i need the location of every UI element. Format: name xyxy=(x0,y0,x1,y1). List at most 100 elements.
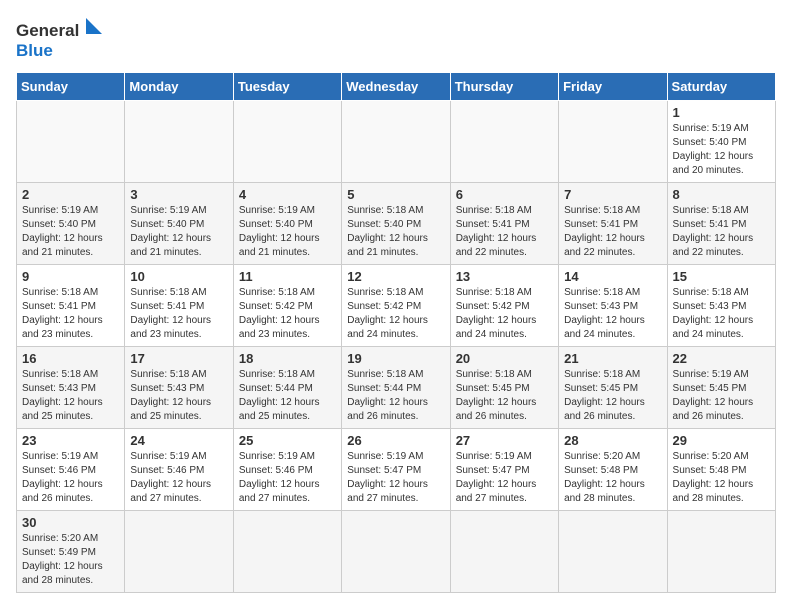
day-number: 25 xyxy=(239,433,336,448)
day-number: 29 xyxy=(673,433,770,448)
day-number: 6 xyxy=(456,187,553,202)
sun-info: Sunrise: 5:18 AM Sunset: 5:45 PM Dayligh… xyxy=(456,368,553,424)
calendar-week-5: 23 Sunrise: 5:19 AM Sunset: 5:46 PM Dayli… xyxy=(17,429,776,511)
sun-info: Sunrise: 5:20 AM Sunset: 5:48 PM Dayligh… xyxy=(564,450,661,506)
day-number: 19 xyxy=(347,351,444,366)
sun-info: Sunrise: 5:19 AM Sunset: 5:46 PM Dayligh… xyxy=(130,450,227,506)
calendar-cell: 6 Sunrise: 5:18 AM Sunset: 5:41 PM Daylig… xyxy=(450,183,558,265)
calendar-cell: 4Sunrise: 5:19 AM Sunset: 5:40 PM Daylig… xyxy=(233,183,341,265)
calendar-cell: 11 Sunrise: 5:18 AM Sunset: 5:42 PM Dayli… xyxy=(233,265,341,347)
day-number: 3 xyxy=(130,187,227,202)
calendar-cell: 20 Sunrise: 5:18 AM Sunset: 5:45 PM Dayli… xyxy=(450,347,558,429)
svg-text:General: General xyxy=(16,21,79,40)
weekday-header-thursday: Thursday xyxy=(450,73,558,101)
sun-info: Sunrise: 5:18 AM Sunset: 5:43 PM Dayligh… xyxy=(673,286,770,342)
calendar-cell: 24 Sunrise: 5:19 AM Sunset: 5:46 PM Dayli… xyxy=(125,429,233,511)
calendar-cell: 9Sunrise: 5:18 AM Sunset: 5:41 PM Daylig… xyxy=(17,265,125,347)
sun-info: Sunrise: 5:18 AM Sunset: 5:41 PM Dayligh… xyxy=(456,204,553,260)
calendar-cell: 7 Sunrise: 5:18 AM Sunset: 5:41 PM Daylig… xyxy=(559,183,667,265)
day-number: 28 xyxy=(564,433,661,448)
svg-text:Blue: Blue xyxy=(16,41,53,60)
day-number: 1 xyxy=(673,105,770,120)
day-number: 12 xyxy=(347,269,444,284)
calendar-cell: 17Sunrise: 5:18 AM Sunset: 5:43 PM Dayli… xyxy=(125,347,233,429)
day-number: 17 xyxy=(130,351,227,366)
sun-info: Sunrise: 5:18 AM Sunset: 5:41 PM Dayligh… xyxy=(673,204,770,260)
day-number: 18 xyxy=(239,351,336,366)
sun-info: Sunrise: 5:18 AM Sunset: 5:44 PM Dayligh… xyxy=(239,368,336,424)
day-number: 22 xyxy=(673,351,770,366)
calendar-cell xyxy=(667,511,775,593)
header: GeneralBlue xyxy=(16,16,776,60)
calendar-cell: 16Sunrise: 5:18 AM Sunset: 5:43 PM Dayli… xyxy=(17,347,125,429)
sun-info: Sunrise: 5:19 AM Sunset: 5:47 PM Dayligh… xyxy=(347,450,444,506)
calendar-cell: 10Sunrise: 5:18 AM Sunset: 5:41 PM Dayli… xyxy=(125,265,233,347)
sun-info: Sunrise: 5:19 AM Sunset: 5:47 PM Dayligh… xyxy=(456,450,553,506)
weekday-header-row: SundayMondayTuesdayWednesdayThursdayFrid… xyxy=(17,73,776,101)
day-number: 15 xyxy=(673,269,770,284)
day-number: 23 xyxy=(22,433,119,448)
calendar-cell xyxy=(233,511,341,593)
calendar-cell: 21 Sunrise: 5:18 AM Sunset: 5:45 PM Dayli… xyxy=(559,347,667,429)
calendar-cell: 3 Sunrise: 5:19 AM Sunset: 5:40 PM Daylig… xyxy=(125,183,233,265)
calendar-cell xyxy=(450,511,558,593)
sun-info: Sunrise: 5:18 AM Sunset: 5:42 PM Dayligh… xyxy=(239,286,336,342)
weekday-header-saturday: Saturday xyxy=(667,73,775,101)
day-number: 30 xyxy=(22,515,119,530)
sun-info: Sunrise: 5:19 AM Sunset: 5:46 PM Dayligh… xyxy=(22,450,119,506)
calendar-cell xyxy=(17,101,125,183)
calendar-table: SundayMondayTuesdayWednesdayThursdayFrid… xyxy=(16,72,776,593)
sun-info: Sunrise: 5:18 AM Sunset: 5:41 PM Dayligh… xyxy=(22,286,119,342)
sun-info: Sunrise: 5:18 AM Sunset: 5:43 PM Dayligh… xyxy=(22,368,119,424)
calendar-cell xyxy=(125,511,233,593)
calendar-cell: 15 Sunrise: 5:18 AM Sunset: 5:43 PM Dayli… xyxy=(667,265,775,347)
calendar-cell: 14Sunrise: 5:18 AM Sunset: 5:43 PM Dayli… xyxy=(559,265,667,347)
calendar-week-1: 1 Sunrise: 5:19 AM Sunset: 5:40 PM Daylig… xyxy=(17,101,776,183)
calendar-cell xyxy=(342,101,450,183)
calendar-cell: 30 Sunrise: 5:20 AM Sunset: 5:49 PM Dayli… xyxy=(17,511,125,593)
calendar-cell: 28 Sunrise: 5:20 AM Sunset: 5:48 PM Dayli… xyxy=(559,429,667,511)
calendar-cell: 19 Sunrise: 5:18 AM Sunset: 5:44 PM Dayli… xyxy=(342,347,450,429)
weekday-header-sunday: Sunday xyxy=(17,73,125,101)
sun-info: Sunrise: 5:19 AM Sunset: 5:40 PM Dayligh… xyxy=(22,204,119,260)
day-number: 5 xyxy=(347,187,444,202)
sun-info: Sunrise: 5:18 AM Sunset: 5:41 PM Dayligh… xyxy=(564,204,661,260)
sun-info: Sunrise: 5:18 AM Sunset: 5:45 PM Dayligh… xyxy=(564,368,661,424)
weekday-header-monday: Monday xyxy=(125,73,233,101)
weekday-header-wednesday: Wednesday xyxy=(342,73,450,101)
calendar-cell: 2 Sunrise: 5:19 AM Sunset: 5:40 PM Daylig… xyxy=(17,183,125,265)
sun-info: Sunrise: 5:20 AM Sunset: 5:48 PM Dayligh… xyxy=(673,450,770,506)
calendar-cell: 26Sunrise: 5:19 AM Sunset: 5:47 PM Dayli… xyxy=(342,429,450,511)
day-number: 27 xyxy=(456,433,553,448)
sun-info: Sunrise: 5:18 AM Sunset: 5:42 PM Dayligh… xyxy=(347,286,444,342)
day-number: 7 xyxy=(564,187,661,202)
calendar-week-3: 9Sunrise: 5:18 AM Sunset: 5:41 PM Daylig… xyxy=(17,265,776,347)
day-number: 4 xyxy=(239,187,336,202)
day-number: 24 xyxy=(130,433,227,448)
day-number: 21 xyxy=(564,351,661,366)
day-number: 11 xyxy=(239,269,336,284)
day-number: 20 xyxy=(456,351,553,366)
calendar-cell xyxy=(342,511,450,593)
calendar-cell: 12 Sunrise: 5:18 AM Sunset: 5:42 PM Dayli… xyxy=(342,265,450,347)
sun-info: Sunrise: 5:19 AM Sunset: 5:45 PM Dayligh… xyxy=(673,368,770,424)
calendar-cell xyxy=(125,101,233,183)
calendar-cell: 13 Sunrise: 5:18 AM Sunset: 5:42 PM Dayli… xyxy=(450,265,558,347)
calendar-cell xyxy=(450,101,558,183)
day-number: 14 xyxy=(564,269,661,284)
sun-info: Sunrise: 5:18 AM Sunset: 5:44 PM Dayligh… xyxy=(347,368,444,424)
calendar-week-4: 16Sunrise: 5:18 AM Sunset: 5:43 PM Dayli… xyxy=(17,347,776,429)
sun-info: Sunrise: 5:19 AM Sunset: 5:40 PM Dayligh… xyxy=(130,204,227,260)
day-number: 2 xyxy=(22,187,119,202)
sun-info: Sunrise: 5:20 AM Sunset: 5:49 PM Dayligh… xyxy=(22,532,119,588)
calendar-cell: 27 Sunrise: 5:19 AM Sunset: 5:47 PM Dayli… xyxy=(450,429,558,511)
calendar-cell xyxy=(233,101,341,183)
sun-info: Sunrise: 5:19 AM Sunset: 5:40 PM Dayligh… xyxy=(673,122,770,178)
day-number: 13 xyxy=(456,269,553,284)
sun-info: Sunrise: 5:18 AM Sunset: 5:41 PM Dayligh… xyxy=(130,286,227,342)
logo: GeneralBlue xyxy=(16,16,106,60)
logo-svg: GeneralBlue xyxy=(16,16,106,60)
weekday-header-tuesday: Tuesday xyxy=(233,73,341,101)
sun-info: Sunrise: 5:18 AM Sunset: 5:42 PM Dayligh… xyxy=(456,286,553,342)
sun-info: Sunrise: 5:19 AM Sunset: 5:46 PM Dayligh… xyxy=(239,450,336,506)
